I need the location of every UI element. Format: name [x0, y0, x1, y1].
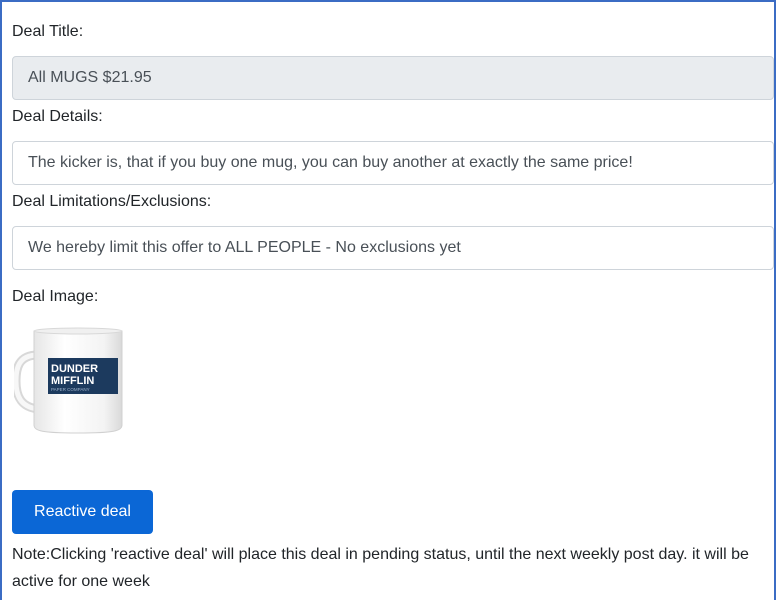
- deal-title-label: Deal Title:: [12, 23, 84, 40]
- deal-image-label: Deal Image:: [12, 288, 99, 305]
- deal-image-mug: DUNDER MIFFLIN PAPER COMPANY: [14, 327, 123, 434]
- logo-sub: PAPER COMPANY: [51, 387, 90, 392]
- logo-line2: MIFFLIN: [51, 375, 94, 387]
- deal-title-field[interactable]: [12, 56, 774, 100]
- reactive-deal-button[interactable]: Reactive deal: [12, 490, 153, 534]
- deal-limitations-field[interactable]: [12, 226, 774, 270]
- logo-line1: DUNDER: [51, 363, 98, 375]
- deal-details-field[interactable]: [12, 141, 774, 185]
- deal-limitations-label: Deal Limitations/Exclusions:: [12, 193, 212, 210]
- deal-details-label: Deal Details:: [12, 108, 103, 125]
- note-text: Note:Clicking 'reactive deal' will place…: [12, 546, 749, 590]
